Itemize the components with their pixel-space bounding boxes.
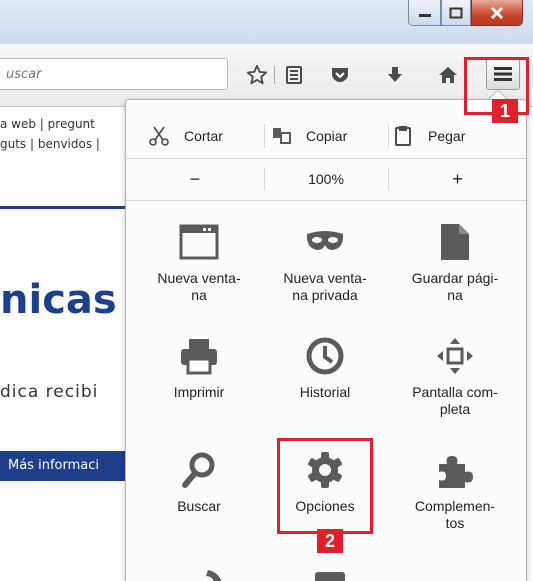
cut-label: Cortar [184,128,223,144]
tile-label: Imprimir [173,384,225,400]
new-window-button[interactable]: Nueva venta- na [134,218,264,330]
window-titlebar [0,0,533,44]
pocket-icon [332,68,348,82]
addons-button[interactable]: Complemen- tos [390,446,520,558]
bookmarks-list-icon [286,66,302,84]
find-button[interactable]: Buscar [134,446,264,558]
page-icon [441,224,469,260]
tile-label: Guardar pági- na [411,270,499,303]
edit-separator [388,124,389,148]
page-subtext: dica recibi [0,382,99,402]
fullscreen-button[interactable]: Pantalla com- pleta [390,332,520,444]
sync-icon[interactable] [313,570,347,581]
tile-label: Buscar [177,498,221,514]
browser-toolbar [0,44,533,107]
step-badge-2: 2 [317,529,343,553]
bookmark-star-button[interactable] [245,63,269,87]
puzzle-icon [439,456,473,488]
window-icon [179,224,219,260]
toolbar-separator [274,66,275,84]
page-nav-links: a web | pregunt guts | benvidos | [0,114,100,154]
save-page-button[interactable]: Guardar pági- na [390,218,520,330]
close-icon [490,6,504,19]
mask-icon [306,231,344,250]
copy-label: Copiar [306,128,348,144]
zoom-controls: − 100% + [126,160,526,198]
cut-button[interactable]: Cortar [148,116,223,156]
tile-label: Nueva venta- na [157,270,241,303]
search-input[interactable] [0,59,227,89]
copy-button[interactable]: Copiar [272,116,347,156]
scissors-icon [149,126,169,146]
zoom-out-button[interactable]: − [126,160,264,198]
more-info-button[interactable]: Más informaci [0,451,125,481]
clock-icon [306,337,344,375]
magnifier-icon [182,452,215,488]
window-controls [408,0,523,26]
paste-label: Pegar [428,128,466,144]
fullscreen-icon [437,338,473,374]
edit-controls: Cortar Copiar Pegar [126,116,526,156]
zoom-reset-button[interactable]: 100% [265,160,387,198]
minimize-button[interactable] [408,0,441,26]
home-button[interactable] [436,63,460,87]
search-bar[interactable] [0,58,228,90]
maximize-button[interactable] [441,0,471,26]
close-button[interactable] [471,0,523,26]
print-button[interactable]: Imprimir [134,332,264,444]
edit-separator [264,124,265,148]
maximize-icon [449,7,463,18]
developer-wrench-icon[interactable] [188,568,228,581]
highlight-options-tile [277,438,373,534]
page-nav-line[interactable]: a web | pregunt [0,114,100,134]
menu-separator [126,200,526,201]
printer-icon [181,339,217,375]
tile-label: Historial [299,384,351,400]
star-icon [246,64,268,85]
page-divider [0,206,125,209]
tile-label: Pantalla com- pleta [412,384,498,417]
download-arrow-icon [388,67,402,82]
home-icon [439,67,457,83]
history-button[interactable]: Historial [260,332,390,444]
pocket-button[interactable] [328,63,352,87]
minimize-icon [418,13,431,17]
page-nav-line[interactable]: guts | benvidos | [0,134,100,154]
tile-label: Complemen- tos [414,498,496,531]
menu-separator [126,158,526,159]
step-badge-1: 1 [492,99,518,123]
bookmarks-list-button[interactable] [282,63,306,87]
copy-icon [273,128,291,144]
paste-clipboard-icon [395,126,411,146]
paste-button[interactable]: Pegar [394,116,465,156]
page-heading: nicas [0,277,117,323]
tile-label: Nueva venta- na privada [283,270,367,303]
new-private-window-button[interactable]: Nueva venta- na privada [260,218,390,330]
downloads-button[interactable] [383,63,407,87]
zoom-in-button[interactable]: + [389,160,526,198]
